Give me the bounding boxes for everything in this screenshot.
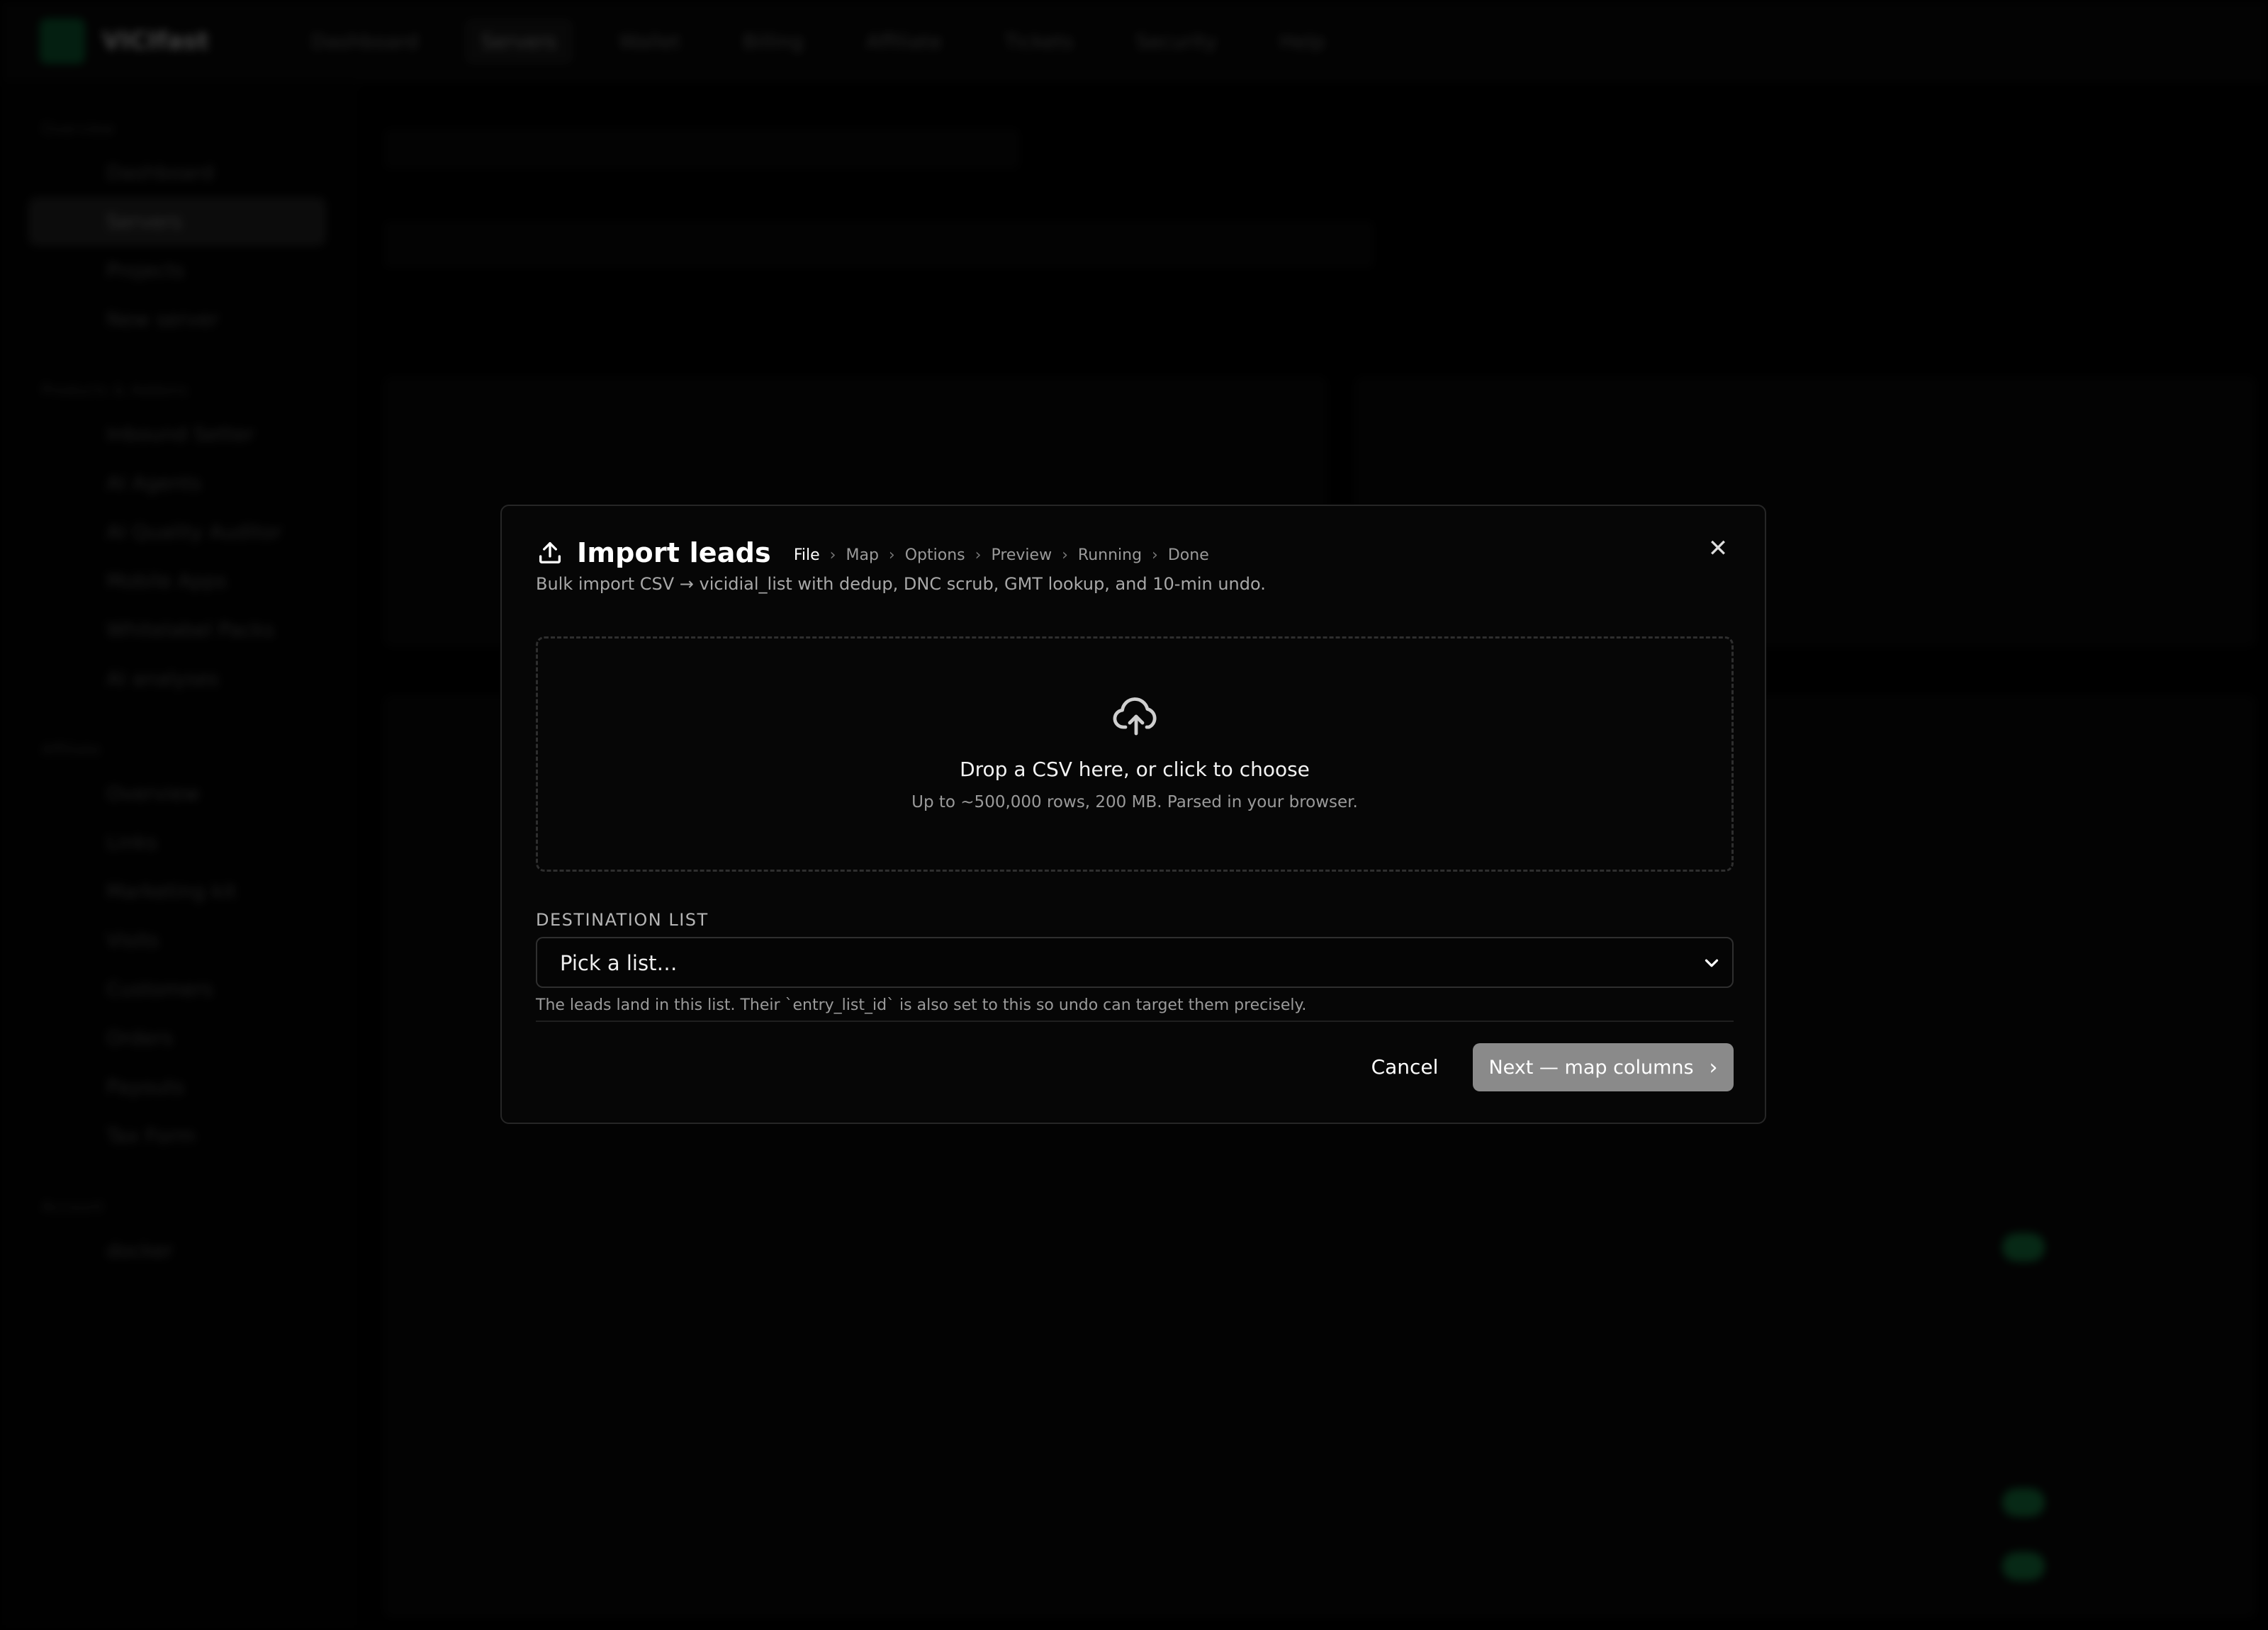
destination-list-label: DESTINATION LIST [536,910,709,930]
chevron-right-icon: › [1709,1055,1718,1080]
step-map: Map [846,546,879,564]
dropzone-subtitle: Up to ~500,000 rows, 200 MB. Parsed in y… [911,793,1358,811]
dialog-title: Import leads [577,537,771,568]
chevron-right-icon: › [1062,546,1068,564]
close-button[interactable]: ✕ [1702,533,1734,564]
dialog-subtitle: Bulk import CSV → vicidial_list with ded… [536,574,1266,594]
step-preview: Preview [991,546,1052,564]
next-map-columns-button[interactable]: Next — map columns › [1473,1043,1734,1091]
chevron-right-icon: › [829,546,836,564]
chevron-down-icon [1705,959,1719,967]
cancel-button[interactable]: Cancel [1338,1043,1471,1091]
step-running: Running [1077,546,1143,564]
destination-list-select[interactable]: Pick a list… [536,937,1734,988]
step-done: Done [1167,546,1209,564]
step-file: File [793,546,820,564]
dropzone-title: Drop a CSV here, or click to choose [960,758,1310,781]
destination-help-text: The leads land in this list. Their `entr… [536,996,1307,1014]
chevron-right-icon: › [888,546,895,564]
select-value: Pick a list… [560,951,678,975]
cloud-upload-icon [1113,697,1157,736]
upload-icon [539,542,561,563]
next-button-label: Next — map columns [1488,1056,1694,1079]
divider [536,1021,1734,1022]
close-icon: ✕ [1707,534,1729,563]
chevron-right-icon: › [975,546,982,564]
import-leads-dialog: Import leads File › Map › Options › Prev… [500,505,1766,1124]
csv-dropzone[interactable]: Drop a CSV here, or click to choose Up t… [536,636,1734,872]
step-options: Options [904,546,965,564]
dialog-header: Import leads File › Map › Options › Prev… [536,537,1209,568]
step-breadcrumb: File › Map › Options › Preview › Running… [794,546,1209,564]
chevron-right-icon: › [1152,546,1158,564]
